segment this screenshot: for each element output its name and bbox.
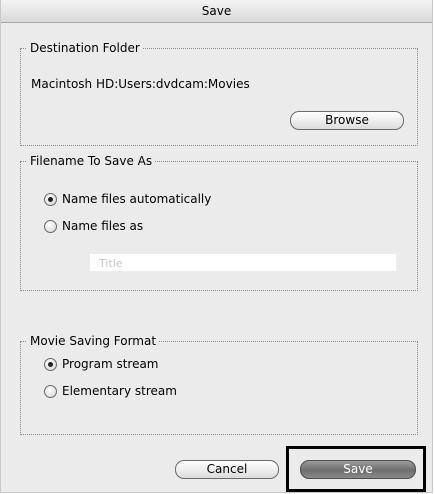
radio-unselected-icon [44, 219, 57, 233]
name-files-as-radio[interactable]: Name files as [44, 219, 143, 233]
radio-label: Name files as [62, 219, 144, 233]
dialog-title: Save [1, 0, 432, 23]
radio-selected-icon [44, 357, 57, 371]
save-dialog: Save Destination Folder Macintosh HD:Use… [1, 0, 432, 492]
destination-folder-legend: Destination Folder [27, 41, 143, 56]
program-stream-radio[interactable]: Program stream [44, 357, 159, 371]
title-input[interactable]: Title [89, 253, 397, 272]
movie-format-legend: Movie Saving Format [27, 334, 160, 349]
elementary-stream-radio[interactable]: Elementary stream [44, 384, 177, 398]
radio-unselected-icon [44, 384, 57, 398]
cancel-button[interactable]: Cancel [175, 460, 279, 479]
highlight-box [286, 446, 426, 492]
destination-path: Macintosh HD:Users:dvdcam:Movies [31, 77, 250, 91]
name-files-automatically-radio[interactable]: Name files automatically [44, 192, 211, 206]
radio-label: Program stream [62, 357, 159, 371]
filename-legend: Filename To Save As [27, 154, 156, 169]
radio-selected-icon [44, 192, 57, 206]
browse-button[interactable]: Browse [290, 111, 404, 130]
radio-label: Elementary stream [62, 384, 177, 398]
radio-label: Name files automatically [62, 192, 212, 206]
destination-folder-group: Destination Folder [20, 41, 418, 146]
